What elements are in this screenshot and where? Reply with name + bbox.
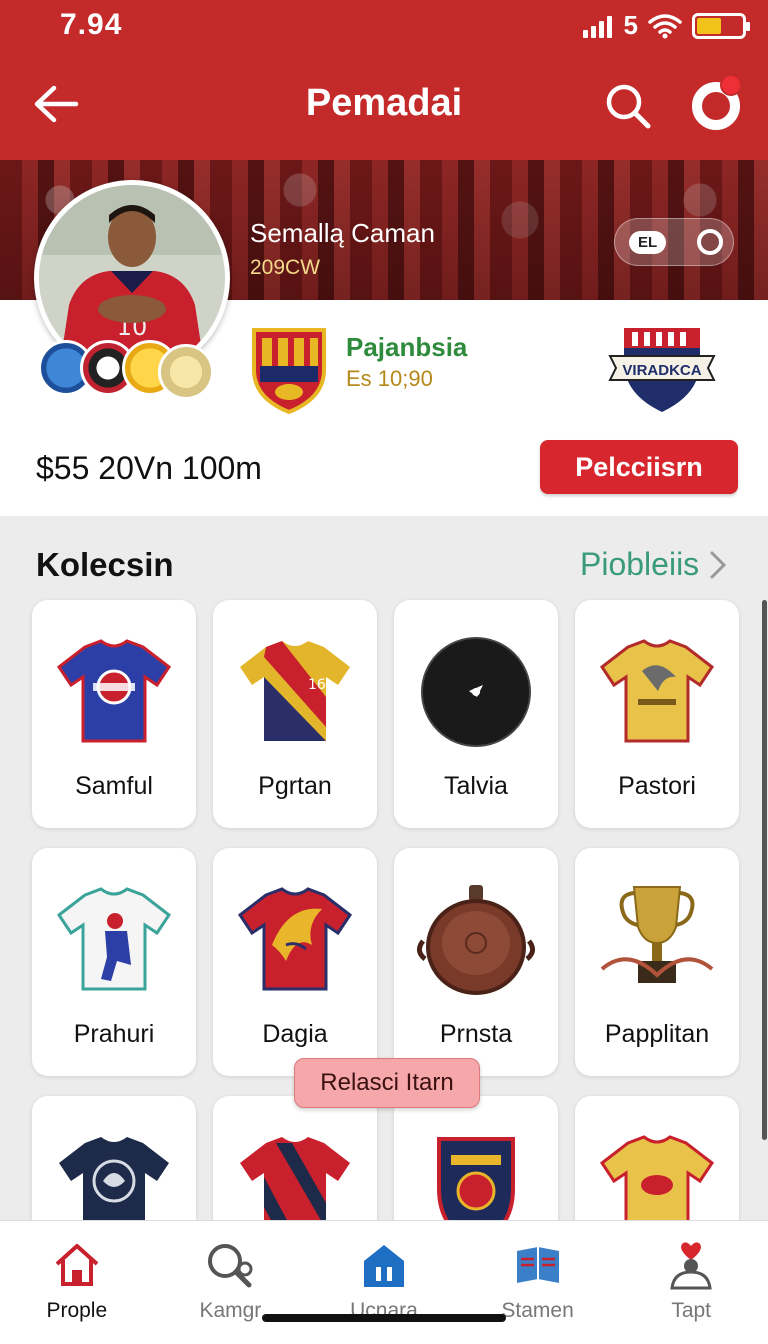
- collection-item[interactable]: 16 Pgrtan: [213, 600, 377, 828]
- medal-badge-icon: [158, 344, 214, 400]
- collection-item[interactable]: Prnsta: [394, 848, 558, 1076]
- notification-button[interactable]: [686, 74, 746, 134]
- trophy-icon: [597, 880, 717, 1000]
- red-dragon-jersey-icon: [235, 880, 355, 1000]
- league-badge: EL: [629, 230, 667, 254]
- blue-jersey-icon: [54, 632, 174, 752]
- collection-item-label: Prahuri: [73, 1020, 155, 1048]
- scrollbar[interactable]: [762, 600, 767, 1140]
- collection-item-label: Pastori: [618, 772, 696, 800]
- nav-item-prople[interactable]: Prople: [0, 1221, 154, 1344]
- notification-dot: [720, 74, 742, 96]
- collection-item-label: Papplitan: [604, 1020, 710, 1048]
- achievement-badges: [38, 340, 178, 396]
- svg-text:16: 16: [308, 677, 326, 693]
- nav-item-ucnara[interactable]: Ucnara: [307, 1221, 461, 1344]
- copper-pan-icon: [416, 880, 536, 1000]
- primary-action-button[interactable]: Pelcciisrn: [540, 440, 738, 494]
- club-crest-icon[interactable]: [248, 326, 330, 414]
- collection-item[interactable]: Talvia: [394, 600, 558, 828]
- black-cap-icon: [416, 632, 536, 752]
- collection-item-label: Dagia: [262, 1020, 328, 1048]
- collection-item-label: Talvia: [444, 772, 508, 800]
- signal-icon: [582, 14, 612, 38]
- white-jersey-icon: [54, 880, 174, 1000]
- collection-item-label: Pgrtan: [258, 772, 332, 800]
- player-subtitle: 209CW: [250, 256, 321, 279]
- collection-item[interactable]: Samful: [32, 600, 196, 828]
- nav-label: Stamen: [501, 1299, 574, 1322]
- yellow-jersey-icon: [597, 632, 717, 752]
- collection-item[interactable]: Prahuri: [32, 848, 196, 1076]
- opponent-crest-label: VIRADKCA: [622, 362, 701, 379]
- search-user-icon: [204, 1239, 256, 1291]
- collection-see-all-link[interactable]: Piobleiis: [580, 546, 727, 583]
- club-name: Pajanbsia: [346, 332, 468, 362]
- home-icon: [51, 1239, 103, 1291]
- wifi-icon: [648, 13, 682, 38]
- collection-item[interactable]: Pastori: [575, 600, 739, 828]
- collection-grid: Samful 16 Pgrtan Talvia Pastori Prahuri …: [32, 600, 740, 1324]
- nav-label: Tapt: [671, 1299, 712, 1322]
- chevron-right-icon: [710, 551, 727, 578]
- home-indicator[interactable]: [262, 1314, 506, 1322]
- market-value: $55 20Vn 100m: [36, 450, 262, 486]
- nav-label: Kamgr: [199, 1299, 262, 1322]
- search-icon: [606, 84, 651, 129]
- book-icon: [512, 1239, 564, 1291]
- search-button[interactable]: [600, 78, 656, 134]
- battery-icon: [692, 12, 750, 39]
- collection-item-label: Prnsta: [439, 1020, 513, 1048]
- nav-label: Prople: [46, 1299, 108, 1322]
- collection-link-label: Piobleiis: [580, 546, 700, 582]
- bottom-navigation: Prople Kamgr Ucnara Stamen Tapt: [0, 1220, 768, 1344]
- profile-heart-icon: [665, 1239, 717, 1291]
- signal-label: 5: [623, 10, 638, 40]
- store-icon: [358, 1239, 410, 1291]
- nav-item-kamgr[interactable]: Kamgr: [154, 1221, 308, 1344]
- opponent-crest-icon[interactable]: VIRADKCA: [608, 322, 716, 414]
- nav-item-stamen[interactable]: Stamen: [461, 1221, 615, 1344]
- player-name: Semallą Caman: [250, 218, 435, 248]
- status-indicators: 5: [582, 10, 750, 41]
- club-meta: Es 10;90: [346, 366, 433, 391]
- league-toggle-chip[interactable]: EL: [614, 218, 734, 266]
- collection-item[interactable]: Dagia: [213, 848, 377, 1076]
- yellow-red-jersey-icon: 16: [235, 632, 355, 752]
- collection-item-label: Samful: [75, 772, 153, 800]
- release-item-tooltip[interactable]: Relasci Itarn: [294, 1058, 480, 1108]
- collection-item[interactable]: Papplitan: [575, 848, 739, 1076]
- status-time: 7.94: [60, 8, 123, 41]
- nav-item-tapt[interactable]: Tapt: [614, 1221, 768, 1344]
- settings-ring-icon: [697, 229, 723, 255]
- collection-title: Kolecsin: [36, 546, 174, 583]
